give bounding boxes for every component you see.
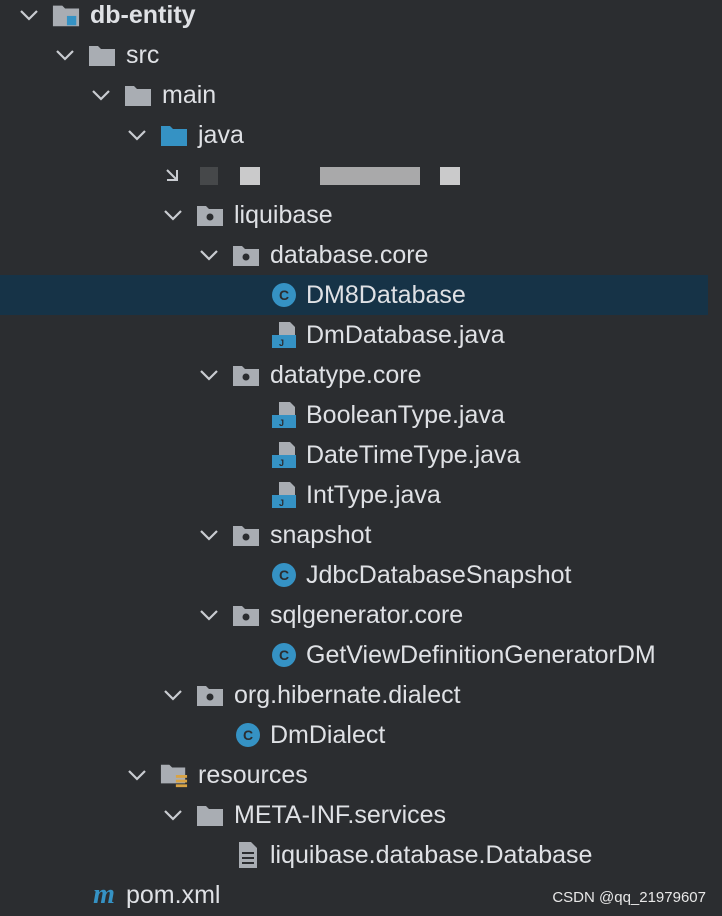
java-file-icon: J (270, 401, 298, 429)
chevron-down-icon[interactable] (18, 4, 40, 26)
tree-row-src[interactable]: src (0, 35, 708, 75)
chevron-down-icon[interactable] (162, 804, 184, 826)
chevron-down-icon[interactable] (198, 524, 220, 546)
chevron-down-icon[interactable] (198, 364, 220, 386)
tree-row-dmdialect[interactable]: C DmDialect (0, 715, 708, 755)
svg-text:C: C (279, 567, 289, 583)
file-label: DmDatabase.java (306, 321, 505, 349)
folder-label: src (126, 41, 160, 69)
tree-row-meta-inf-services[interactable]: META-INF.services (0, 795, 708, 835)
chevron-down-icon[interactable] (90, 84, 112, 106)
class-label: DmDialect (270, 721, 386, 749)
svg-text:C: C (279, 287, 289, 303)
redaction-block (200, 167, 218, 185)
file-label: pom.xml (126, 881, 221, 909)
class-icon: C (234, 721, 262, 749)
chevron-down-icon[interactable] (54, 44, 76, 66)
svg-text:J: J (279, 418, 284, 428)
package-icon (232, 521, 260, 549)
watermark: CSDN @qq_21979607 (552, 889, 706, 906)
folder-label: main (162, 81, 217, 109)
tree-row-org-hibernate-dialect[interactable]: org.hibernate.dialect (0, 675, 708, 715)
java-file-icon: J (270, 481, 298, 509)
svg-text:J: J (279, 338, 284, 348)
package-label: sqlgenerator.core (270, 601, 464, 629)
tree-row-database-core[interactable]: database.core (0, 235, 708, 275)
class-label: DM8Database (306, 281, 466, 309)
folder-icon (124, 81, 152, 109)
tree-row-sqlgenerator-core[interactable]: sqlgenerator.core (0, 595, 708, 635)
package-label: database.core (270, 241, 429, 269)
redaction-block (320, 167, 420, 185)
svg-text:J: J (279, 458, 284, 468)
file-label: IntType.java (306, 481, 441, 509)
tree-row-jdbcdatabasesnapshot[interactable]: C JdbcDatabaseSnapshot (0, 555, 708, 595)
tree-row-liquibase-database-database[interactable]: liquibase.database.Database (0, 835, 708, 875)
tree-row-getviewdefinitiongeneratordm[interactable]: C GetViewDefinitionGeneratorDM (0, 635, 708, 675)
tree-row-java[interactable]: java (0, 115, 708, 155)
tree-row-datetimetype-java[interactable]: J DateTimeType.java (0, 435, 708, 475)
source-folder-icon (160, 121, 188, 149)
folder-label: META-INF.services (234, 801, 447, 829)
package-icon (232, 241, 260, 269)
chevron-down-icon[interactable] (198, 244, 220, 266)
class-label: GetViewDefinitionGeneratorDM (306, 641, 656, 669)
chevron-down-icon[interactable] (162, 684, 184, 706)
java-file-icon: J (270, 441, 298, 469)
java-file-icon: J (270, 321, 298, 349)
class-icon: C (270, 561, 298, 589)
class-icon: C (270, 641, 298, 669)
redaction-block (240, 167, 260, 185)
file-label: BooleanType.java (306, 401, 505, 429)
folder-icon (88, 41, 116, 69)
chevron-down-icon[interactable] (162, 204, 184, 226)
module-label: db-entity (90, 1, 196, 29)
tree-row-main[interactable]: main (0, 75, 708, 115)
package-label: org.hibernate.dialect (234, 681, 461, 709)
maven-icon: m (93, 879, 115, 910)
resources-folder-icon (160, 761, 188, 789)
class-label: JdbcDatabaseSnapshot (306, 561, 572, 589)
package-icon (196, 681, 224, 709)
package-label: datatype.core (270, 361, 422, 389)
tree-row-inttype-java[interactable]: J IntType.java (0, 475, 708, 515)
svg-text:J: J (279, 498, 284, 508)
chevron-down-icon[interactable] (126, 764, 148, 786)
folder-label: resources (198, 761, 308, 789)
package-label: snapshot (270, 521, 372, 549)
file-label: liquibase.database.Database (270, 841, 593, 869)
module-folder-icon (52, 1, 80, 29)
chevron-right-collapsed-icon[interactable] (162, 166, 184, 188)
package-icon (232, 601, 260, 629)
tree-row-snapshot[interactable]: snapshot (0, 515, 708, 555)
package-icon (232, 361, 260, 389)
redaction-block (440, 167, 460, 185)
tree-row-datatype-core[interactable]: datatype.core (0, 355, 708, 395)
tree-row-liquibase[interactable]: liquibase (0, 195, 708, 235)
tree-row-redacted[interactable] (0, 157, 708, 197)
file-label: DateTimeType.java (306, 441, 521, 469)
svg-text:C: C (279, 647, 289, 663)
chevron-down-icon[interactable] (126, 124, 148, 146)
tree-row-db-entity[interactable]: db-entity (0, 0, 708, 35)
folder-label: java (198, 121, 244, 149)
tree-row-dmdatabase-java[interactable]: J DmDatabase.java (0, 315, 708, 355)
text-file-icon (234, 841, 262, 869)
svg-text:C: C (243, 727, 253, 743)
tree-row-resources[interactable]: resources (0, 755, 708, 795)
tree-row-dm8database[interactable]: C DM8Database (0, 275, 708, 315)
package-icon (196, 201, 224, 229)
tree-row-booleantype-java[interactable]: J BooleanType.java (0, 395, 708, 435)
folder-icon (196, 801, 224, 829)
chevron-down-icon[interactable] (198, 604, 220, 626)
class-icon: C (270, 281, 298, 309)
package-label: liquibase (234, 201, 333, 229)
